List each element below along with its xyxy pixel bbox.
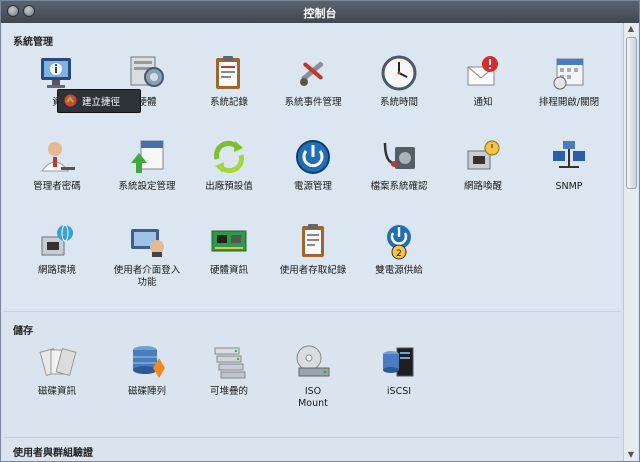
clock-icon <box>381 55 417 91</box>
reset-arrows-icon <box>213 140 245 174</box>
section-user-group-auth: 使用者與群組驗證 <box>3 437 621 461</box>
item-disk-info[interactable]: 磁碟資訊 <box>13 342 101 398</box>
scrollbar-thumb[interactable] <box>626 37 637 189</box>
item-snmp[interactable]: SNMP <box>525 137 613 193</box>
item-notification[interactable]: 通知 <box>439 53 527 109</box>
item-label: iSCSI <box>386 386 412 397</box>
item-user-access-log[interactable]: 使用者存取紀錄 <box>269 221 357 277</box>
stackable-icon <box>214 347 246 379</box>
content-area: 系統管理 資 硬體 <box>3 23 623 461</box>
item-raid[interactable]: 磁碟陣列 <box>103 342 191 398</box>
item-system-log[interactable]: 系統記錄 <box>185 53 273 109</box>
access-log-icon <box>302 224 324 257</box>
item-label: 出廠預設值 <box>205 181 253 192</box>
item-iscsi[interactable]: iSCSI <box>355 342 443 398</box>
hardware-settings-icon <box>130 56 164 87</box>
item-power-management[interactable]: 電源管理 <box>269 137 357 193</box>
create-shortcut-popup[interactable]: 建立捷徑 <box>57 89 141 113</box>
item-label: 管理者密碼 <box>33 181 81 192</box>
item-label: 系統事件管理 <box>284 97 342 108</box>
item-label: SNMP <box>555 181 583 192</box>
item-label: 系統設定管理 <box>118 181 176 192</box>
item-label: 磁碟陣列 <box>127 386 166 397</box>
item-label: 系統時間 <box>379 97 418 108</box>
section-title: 系統管理 <box>13 37 53 48</box>
item-factory-default[interactable]: 出廠預設值 <box>185 137 273 193</box>
iso-mount-icon <box>296 345 330 377</box>
item-label: 可堆疊的 <box>209 386 248 397</box>
window-title: 控制台 <box>303 7 337 20</box>
item-admin-password[interactable]: 管理者密碼 <box>13 137 101 193</box>
item-stackable[interactable]: 可堆疊的 <box>185 342 273 398</box>
item-label: 排程開啟/關閉 <box>538 97 600 108</box>
item-label: 磁碟資訊 <box>37 386 76 397</box>
item-dual-power-supply[interactable]: 2 雙電源供給 <box>355 221 443 277</box>
item-network-environment[interactable]: 網路環境 <box>13 221 101 277</box>
item-filesystem-check[interactable]: 檔案系統確認 <box>355 137 443 193</box>
section-title: 儲存 <box>13 326 33 337</box>
control-panel-window: 控制台 系統管理 資 硬體 <box>0 0 640 462</box>
info-monitor-icon <box>41 58 71 88</box>
iscsi-icon <box>383 347 414 377</box>
item-label: 使用者存取紀錄 <box>279 265 347 276</box>
disks-icon <box>39 347 77 377</box>
scroll-down-arrow-icon[interactable]: ▼ <box>624 449 638 461</box>
svg-text:2: 2 <box>396 249 402 259</box>
item-label: ISO Mount <box>298 386 328 409</box>
dual-power-icon: 2 <box>387 225 411 260</box>
item-label: 系統記錄 <box>209 97 248 108</box>
vertical-scrollbar[interactable]: ▲ ▼ <box>623 23 638 461</box>
item-label: 使用者介面登入 功能 <box>113 265 181 288</box>
item-wake-on-lan[interactable]: 網路喚醒 <box>439 137 527 193</box>
wake-on-lan-icon <box>467 140 500 170</box>
schedule-calendar-icon <box>553 58 584 90</box>
item-iso-mount[interactable]: ISO Mount <box>269 342 357 410</box>
admin-user-icon <box>41 142 75 172</box>
title-bar[interactable]: 控制台 <box>1 1 639 23</box>
item-system-time[interactable]: 系統時間 <box>355 53 443 109</box>
item-system-config-management[interactable]: 系統設定管理 <box>103 137 191 193</box>
item-schedule-on-off[interactable]: 排程開啟/關閉 <box>525 53 613 109</box>
item-label: 檔案系統確認 <box>370 181 428 192</box>
item-label: 電源管理 <box>293 181 332 192</box>
section-storage: 儲存 磁碟資訊 磁碟陣列 可堆疊的 ISO Mount iSCSI <box>3 311 621 438</box>
item-hardware-info[interactable]: 硬體資訊 <box>185 221 273 277</box>
power-icon <box>296 140 330 174</box>
shortcut-icon <box>64 94 77 107</box>
raid-icon <box>133 346 165 378</box>
snmp-network-icon <box>553 141 585 168</box>
section-system-management: 系統管理 資 硬體 <box>3 23 621 309</box>
clipboard-log-icon <box>216 56 240 89</box>
section-title: 使用者與群組驗證 <box>13 448 93 459</box>
stethoscope-icon <box>383 142 415 169</box>
ui-login-icon <box>131 229 164 257</box>
item-label: 通知 <box>473 97 493 108</box>
notification-icon <box>467 56 498 86</box>
item-system-event-management[interactable]: 系統事件管理 <box>269 53 357 109</box>
scroll-up-arrow-icon[interactable]: ▲ <box>624 23 638 35</box>
config-icon <box>131 140 164 173</box>
item-label: 雙電源供給 <box>375 265 423 276</box>
item-label: 網路環境 <box>37 265 76 276</box>
circuit-board-icon <box>211 230 247 252</box>
create-shortcut-label: 建立捷徑 <box>82 97 121 108</box>
item-ui-login[interactable]: 使用者介面登入 功能 <box>103 221 191 289</box>
event-tools-icon <box>300 61 324 86</box>
item-label: 網路喚醒 <box>463 181 502 192</box>
item-label: 硬體資訊 <box>209 265 248 276</box>
network-globe-icon <box>41 224 73 256</box>
